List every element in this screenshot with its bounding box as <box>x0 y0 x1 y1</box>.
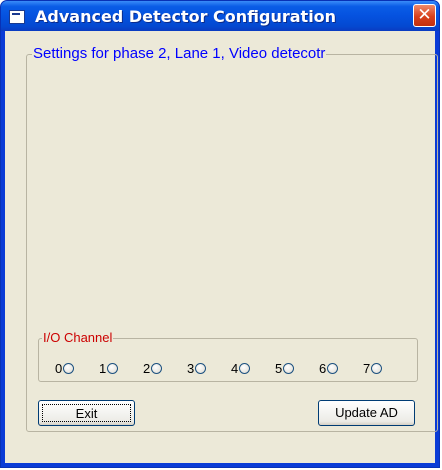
exit-button[interactable]: Exit <box>38 400 135 426</box>
io-channel-radio-group: 0 1 2 3 4 5 6 7 <box>15 359 425 379</box>
window-title: Advanced Detector Configuration <box>35 7 337 26</box>
close-icon: ✕ <box>417 5 432 25</box>
radio-button[interactable] <box>283 362 295 374</box>
radio-label: 7 <box>363 360 371 376</box>
io-channel-radio-7[interactable]: 7 <box>363 359 383 377</box>
update-ad-button[interactable]: Update AD <box>318 400 415 426</box>
app-window-icon <box>9 10 25 24</box>
io-channel-legend: I/O Channel <box>42 330 114 345</box>
radio-label: 1 <box>99 360 107 376</box>
io-channel-radio-5[interactable]: 5 <box>275 359 295 377</box>
radio-label: 0 <box>55 360 63 376</box>
io-channel-radio-1[interactable]: 1 <box>99 359 119 377</box>
radio-label: 3 <box>187 360 195 376</box>
radio-button[interactable] <box>239 362 251 374</box>
radio-button[interactable] <box>63 362 75 374</box>
radio-label: 4 <box>231 360 239 376</box>
io-channel-radio-0[interactable]: 0 <box>55 359 75 377</box>
settings-legend: Settings for phase 2, Lane 1, Video dete… <box>32 45 327 62</box>
close-button[interactable]: ✕ <box>413 4 436 27</box>
radio-label: 6 <box>319 360 327 376</box>
exit-button-label: Exit <box>42 404 131 422</box>
io-channel-radio-4[interactable]: 4 <box>231 359 251 377</box>
radio-button[interactable] <box>371 362 383 374</box>
title-bar[interactable]: Advanced Detector Configuration ✕ <box>1 1 439 31</box>
radio-button[interactable] <box>107 362 119 374</box>
radio-button[interactable] <box>327 362 339 374</box>
radio-button[interactable] <box>151 362 163 374</box>
radio-label: 2 <box>143 360 151 376</box>
radio-label: 5 <box>275 360 283 376</box>
io-channel-radio-3[interactable]: 3 <box>187 359 207 377</box>
radio-button[interactable] <box>195 362 207 374</box>
io-channel-radio-2[interactable]: 2 <box>143 359 163 377</box>
io-channel-radio-6[interactable]: 6 <box>319 359 339 377</box>
